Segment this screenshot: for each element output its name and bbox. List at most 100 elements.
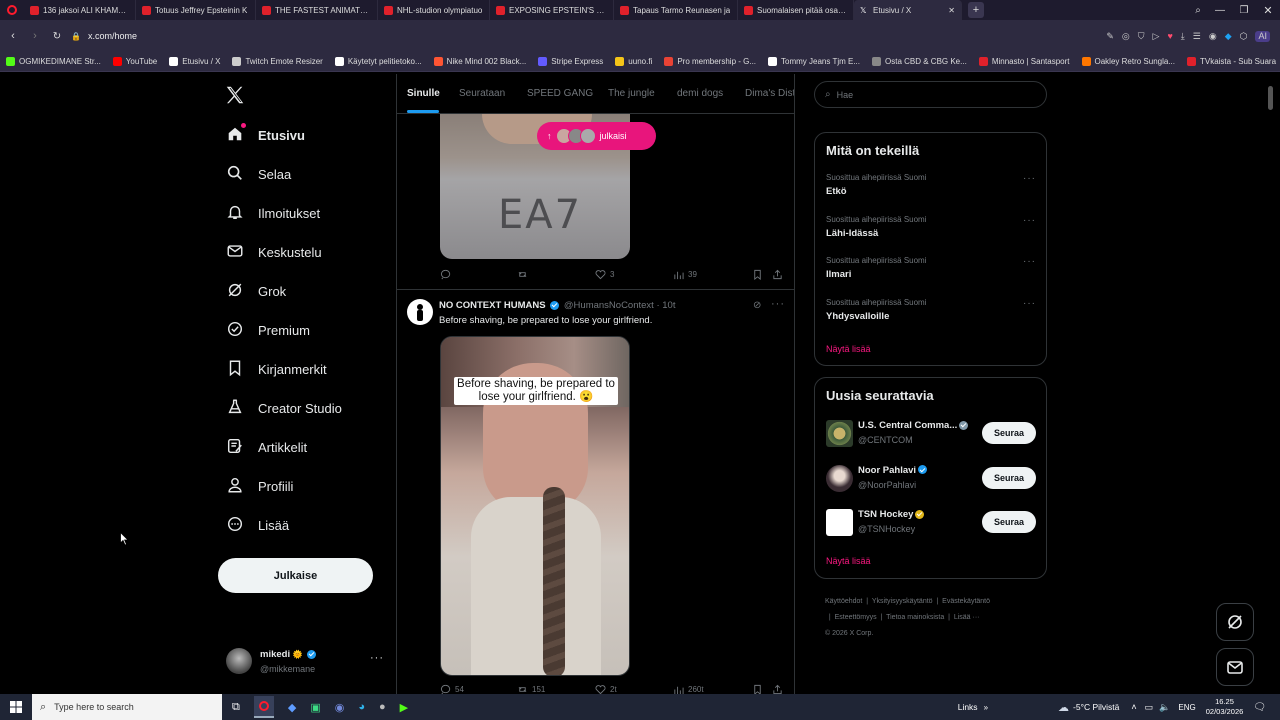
app-icon[interactable]: ◆	[288, 701, 296, 714]
maximize-button[interactable]: ❐	[1232, 5, 1256, 16]
nav-item-keskustelu[interactable]: Keskustelu	[226, 237, 322, 267]
tweet[interactable]: NO CONTEXT HUMANS @HumansNoContext · 10t…	[397, 291, 794, 694]
tweet-video[interactable]: Before shaving, be prepared to lose your…	[440, 336, 630, 676]
browser-tab[interactable]: EXPOSING EPSTEIN'S ZOR	[490, 0, 614, 20]
opera-logo-icon[interactable]	[0, 0, 24, 20]
follow-button[interactable]: Seuraa	[982, 466, 1036, 489]
bookmark-item[interactable]: Osta CBD & CBG Ke...	[866, 57, 973, 66]
notification-icon[interactable]: 🗨	[1253, 702, 1266, 713]
tweet-time[interactable]: 10t	[662, 300, 675, 311]
bookmark-item[interactable]: Minnasto | Santasport	[973, 57, 1076, 66]
clock[interactable]: 16.25 02/03/2026	[1206, 697, 1244, 717]
share-button[interactable]	[772, 684, 783, 694]
tweet[interactable]: EA7 ↑ julkaisi 3 39	[397, 114, 794, 290]
tweet-author[interactable]: NO CONTEXT HUMANS	[439, 300, 546, 311]
trend-more-icon[interactable]: ···	[1023, 256, 1036, 267]
trends-show-more[interactable]: Näytä lisää	[826, 344, 871, 354]
edit-icon[interactable]: ✎	[1106, 31, 1114, 42]
follow-show-more[interactable]: Näytä lisää	[826, 556, 871, 566]
browser-tab[interactable]: THE FASTEST ANIMATRON	[256, 0, 378, 20]
repost-button[interactable]: 151	[517, 684, 545, 694]
browser-tab[interactable]: Totuus Jeffrey Epsteinin K	[136, 0, 256, 20]
browser-tab[interactable]: 𝕏 Etusivu / X ✕	[854, 0, 962, 20]
trend-more-icon[interactable]: ···	[1023, 173, 1036, 184]
language-indicator[interactable]: ENG	[1178, 703, 1195, 712]
follow-suggestion[interactable]: TSN Hockey @TSNHockey Seuraa	[815, 507, 1046, 547]
new-tab-button[interactable]: +	[968, 2, 984, 18]
search-input[interactable]: Hae	[837, 90, 854, 100]
shield-icon[interactable]: ⛉	[1138, 31, 1145, 42]
bookmark-button[interactable]	[752, 684, 763, 694]
trend-more-icon[interactable]: ···	[1023, 215, 1036, 226]
weather-text[interactable]: -5°C Pilvistä	[1073, 702, 1119, 712]
feed-tab[interactable]: The jungle	[608, 88, 655, 99]
close-window-button[interactable]: ✕	[1256, 4, 1280, 17]
trend-more-icon[interactable]: ···	[1023, 298, 1036, 309]
trend-item[interactable]: Suosittua aihepiirissä Suomi Lähi-Idässä ·…	[815, 215, 1046, 255]
account-more-icon[interactable]: ···	[370, 652, 384, 664]
ai-icon[interactable]: AI	[1255, 30, 1270, 42]
grok-icon[interactable]: ⊘	[753, 300, 761, 311]
feed-tab[interactable]: demi dogs	[677, 88, 723, 99]
nav-item-kirjanmerkit[interactable]: Kirjanmerkit	[226, 354, 327, 384]
footer-link[interactable]: Yksityisyyskäytäntö	[872, 598, 933, 605]
tray-chevron-icon[interactable]: ˄	[1131, 702, 1136, 712]
bookmark-item[interactable]: Etusivu / X	[163, 57, 226, 66]
reply-button[interactable]: 54	[440, 684, 464, 694]
bookmark-item[interactable]: Twitch Emote Resizer	[226, 57, 328, 66]
nav-item-selaa[interactable]: Selaa	[226, 159, 291, 189]
discord-icon[interactable]: ◉	[335, 701, 345, 714]
chevron-icon[interactable]: »	[984, 703, 988, 712]
tweet-more-icon[interactable]: ···	[771, 298, 785, 310]
nav-item-lisää[interactable]: Lisää	[226, 510, 289, 540]
trend-item[interactable]: Suosittua aihepiirissä Suomi Etkö ···	[815, 173, 1046, 213]
repost-button[interactable]	[517, 269, 528, 280]
follow-suggestion[interactable]: Noor Pahlavi @NoorPahlavi Seuraa	[815, 463, 1046, 503]
bookmark-item[interactable]: Tommy Jeans Tjm E...	[762, 57, 866, 66]
browser-tab[interactable]: Tapaus Tarmo Reunasen ja	[614, 0, 738, 20]
taskbar-search[interactable]: ⌕ Type here to search	[32, 694, 222, 720]
feed-tab[interactable]: SPEED GANG	[527, 88, 593, 99]
like-button[interactable]: 3	[595, 269, 614, 280]
back-icon[interactable]: ‹	[2, 30, 24, 42]
bookmark-item[interactable]: OGMIKEDIMANE Str...	[0, 57, 107, 66]
nav-item-premium[interactable]: Premium	[226, 315, 310, 345]
account-switcher[interactable]: mikedi 🌞 @mikkemane ···	[226, 646, 386, 680]
views-button[interactable]: 260t	[673, 684, 704, 694]
address-input[interactable]: x.com/home	[88, 31, 988, 41]
follow-button[interactable]: Seuraa	[982, 422, 1036, 444]
bookmark-item[interactable]: uuno.fi	[609, 57, 658, 66]
footer-link[interactable]: Käyttöehdot	[825, 598, 862, 605]
new-posts-pill[interactable]: ↑ julkaisi	[537, 122, 656, 150]
nav-item-ilmoitukset[interactable]: Ilmoitukset	[226, 198, 320, 228]
x-logo[interactable]	[224, 84, 246, 106]
task-view-icon[interactable]: ⧉	[232, 701, 240, 714]
bookmark-item[interactable]: Oakley Retro Sungla...	[1076, 57, 1181, 66]
browser-tab[interactable]: NHL-studion olympiatuo	[378, 0, 490, 20]
reply-button[interactable]	[440, 269, 451, 280]
trend-item[interactable]: Suosittua aihepiirissä Suomi Ilmari ···	[815, 256, 1046, 296]
footer-link[interactable]: Esteettömyys	[835, 614, 877, 621]
nav-item-creator-studio[interactable]: Creator Studio	[226, 393, 342, 423]
play-icon[interactable]: ▷	[1153, 31, 1160, 42]
follow-button[interactable]: Seuraa	[982, 511, 1036, 533]
app-icon[interactable]: ▣	[310, 701, 320, 714]
messages-fab[interactable]	[1216, 648, 1254, 686]
nav-item-artikkelit[interactable]: Artikkelit	[226, 432, 307, 462]
share-button[interactable]	[772, 269, 783, 280]
menu-icon[interactable]: ☰	[1193, 31, 1201, 42]
app-icon[interactable]: ●	[379, 701, 386, 713]
camera-icon[interactable]: ◎	[1122, 31, 1130, 42]
footer-link[interactable]: Lisää ···	[954, 614, 980, 621]
volume-icon[interactable]: 🔈	[1159, 702, 1170, 713]
nav-item-etusivu[interactable]: Etusivu	[226, 120, 305, 150]
search-tabs-icon[interactable]: ⌕	[1188, 5, 1208, 16]
opera-taskbar-icon[interactable]	[253, 696, 274, 718]
search-box[interactable]: ⌕ Hae	[814, 81, 1047, 108]
feed-tab[interactable]: Dima's Dist	[745, 88, 794, 99]
browser-tab[interactable]: Suomalaisen pitää osata p	[738, 0, 854, 20]
minimize-button[interactable]: —	[1208, 5, 1232, 16]
nav-item-profiili[interactable]: Profiili	[226, 471, 293, 501]
trend-item[interactable]: Suosittua aihepiirissä Suomi Yhdysvalloil…	[815, 298, 1046, 338]
footer-link[interactable]: Evästekäytäntö	[942, 598, 990, 605]
